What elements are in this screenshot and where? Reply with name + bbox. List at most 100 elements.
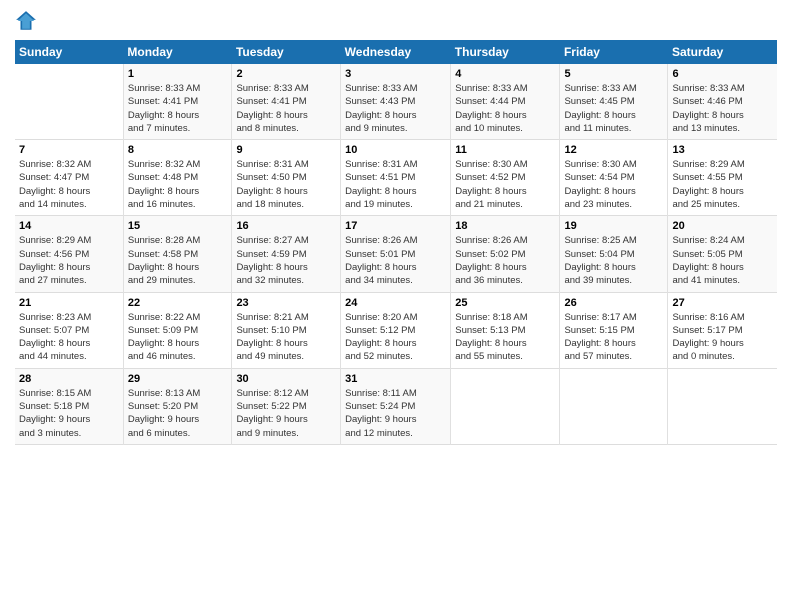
day-number: 22 xyxy=(128,297,228,309)
day-number: 28 xyxy=(19,373,119,385)
header xyxy=(15,10,777,32)
day-info: Sunrise: 8:20 AM Sunset: 5:12 PM Dayligh… xyxy=(345,311,446,364)
calendar-cell: 7 Sunrise: 8:32 AM Sunset: 4:47 PM Daylig… xyxy=(15,140,123,216)
day-number: 1 xyxy=(128,68,228,80)
day-info: Sunrise: 8:23 AM Sunset: 5:07 PM Dayligh… xyxy=(19,311,119,364)
day-number: 24 xyxy=(345,297,446,309)
weekday-header-tuesday: Tuesday xyxy=(232,40,341,64)
weekday-header-row: SundayMondayTuesdayWednesdayThursdayFrid… xyxy=(15,40,777,64)
day-info: Sunrise: 8:30 AM Sunset: 4:54 PM Dayligh… xyxy=(564,158,663,211)
day-number: 19 xyxy=(564,220,663,232)
day-number: 20 xyxy=(672,220,773,232)
calendar-cell: 13 Sunrise: 8:29 AM Sunset: 4:55 PM Dayli… xyxy=(668,140,777,216)
calendar-cell: 23Sunrise: 8:21 AM Sunset: 5:10 PM Dayli… xyxy=(232,292,341,368)
day-info: Sunrise: 8:12 AM Sunset: 5:22 PM Dayligh… xyxy=(236,387,336,440)
day-info: Sunrise: 8:17 AM Sunset: 5:15 PM Dayligh… xyxy=(564,311,663,364)
week-row-4: 21Sunrise: 8:23 AM Sunset: 5:07 PM Dayli… xyxy=(15,292,777,368)
calendar-cell: 25 Sunrise: 8:18 AM Sunset: 5:13 PM Dayli… xyxy=(451,292,560,368)
logo-icon xyxy=(15,10,37,32)
day-info: Sunrise: 8:25 AM Sunset: 5:04 PM Dayligh… xyxy=(564,234,663,287)
calendar-cell: 3Sunrise: 8:33 AM Sunset: 4:43 PM Daylig… xyxy=(341,64,451,140)
day-number: 18 xyxy=(455,220,555,232)
weekday-header-sunday: Sunday xyxy=(15,40,123,64)
calendar-cell: 24 Sunrise: 8:20 AM Sunset: 5:12 PM Dayli… xyxy=(341,292,451,368)
day-number: 15 xyxy=(128,220,228,232)
day-info: Sunrise: 8:16 AM Sunset: 5:17 PM Dayligh… xyxy=(672,311,773,364)
calendar-cell: 14Sunrise: 8:29 AM Sunset: 4:56 PM Dayli… xyxy=(15,216,123,292)
day-info: Sunrise: 8:32 AM Sunset: 4:48 PM Dayligh… xyxy=(128,158,228,211)
day-info: Sunrise: 8:33 AM Sunset: 4:45 PM Dayligh… xyxy=(564,82,663,135)
day-info: Sunrise: 8:26 AM Sunset: 5:01 PM Dayligh… xyxy=(345,234,446,287)
day-number: 17 xyxy=(345,220,446,232)
calendar-cell: 2 Sunrise: 8:33 AM Sunset: 4:41 PM Daylig… xyxy=(232,64,341,140)
day-info: Sunrise: 8:31 AM Sunset: 4:51 PM Dayligh… xyxy=(345,158,446,211)
day-number: 5 xyxy=(564,68,663,80)
calendar-cell: 8 Sunrise: 8:32 AM Sunset: 4:48 PM Daylig… xyxy=(123,140,232,216)
calendar-cell: 15 Sunrise: 8:28 AM Sunset: 4:58 PM Dayli… xyxy=(123,216,232,292)
calendar-cell: 21Sunrise: 8:23 AM Sunset: 5:07 PM Dayli… xyxy=(15,292,123,368)
calendar-cell: 30 Sunrise: 8:12 AM Sunset: 5:22 PM Dayli… xyxy=(232,368,341,444)
calendar-cell: 22 Sunrise: 8:22 AM Sunset: 5:09 PM Dayli… xyxy=(123,292,232,368)
day-number: 4 xyxy=(455,68,555,80)
weekday-header-friday: Friday xyxy=(560,40,668,64)
calendar-cell: 16 Sunrise: 8:27 AM Sunset: 4:59 PM Dayli… xyxy=(232,216,341,292)
calendar-cell: 26 Sunrise: 8:17 AM Sunset: 5:15 PM Dayli… xyxy=(560,292,668,368)
day-number: 2 xyxy=(236,68,336,80)
day-info: Sunrise: 8:29 AM Sunset: 4:56 PM Dayligh… xyxy=(19,234,119,287)
calendar-cell: 5 Sunrise: 8:33 AM Sunset: 4:45 PM Daylig… xyxy=(560,64,668,140)
day-number: 7 xyxy=(19,144,119,156)
week-row-2: 7 Sunrise: 8:32 AM Sunset: 4:47 PM Daylig… xyxy=(15,140,777,216)
calendar-cell xyxy=(15,64,123,140)
calendar-cell: 20 Sunrise: 8:24 AM Sunset: 5:05 PM Dayli… xyxy=(668,216,777,292)
day-info: Sunrise: 8:24 AM Sunset: 5:05 PM Dayligh… xyxy=(672,234,773,287)
calendar-cell: 1 Sunrise: 8:33 AM Sunset: 4:41 PM Daylig… xyxy=(123,64,232,140)
calendar-cell: 28Sunrise: 8:15 AM Sunset: 5:18 PM Dayli… xyxy=(15,368,123,444)
calendar-cell: 27Sunrise: 8:16 AM Sunset: 5:17 PM Dayli… xyxy=(668,292,777,368)
calendar-cell: 9 Sunrise: 8:31 AM Sunset: 4:50 PM Daylig… xyxy=(232,140,341,216)
calendar-cell: 31 Sunrise: 8:11 AM Sunset: 5:24 PM Dayli… xyxy=(341,368,451,444)
day-info: Sunrise: 8:33 AM Sunset: 4:41 PM Dayligh… xyxy=(128,82,228,135)
day-number: 13 xyxy=(672,144,773,156)
day-info: Sunrise: 8:33 AM Sunset: 4:41 PM Dayligh… xyxy=(236,82,336,135)
day-info: Sunrise: 8:22 AM Sunset: 5:09 PM Dayligh… xyxy=(128,311,228,364)
week-row-3: 14Sunrise: 8:29 AM Sunset: 4:56 PM Dayli… xyxy=(15,216,777,292)
weekday-header-monday: Monday xyxy=(123,40,232,64)
calendar-cell xyxy=(560,368,668,444)
day-info: Sunrise: 8:11 AM Sunset: 5:24 PM Dayligh… xyxy=(345,387,446,440)
logo xyxy=(15,10,41,32)
day-info: Sunrise: 8:13 AM Sunset: 5:20 PM Dayligh… xyxy=(128,387,228,440)
calendar-cell: 17 Sunrise: 8:26 AM Sunset: 5:01 PM Dayli… xyxy=(341,216,451,292)
main-container: SundayMondayTuesdayWednesdayThursdayFrid… xyxy=(0,0,792,450)
calendar-cell: 29 Sunrise: 8:13 AM Sunset: 5:20 PM Dayli… xyxy=(123,368,232,444)
calendar-cell xyxy=(668,368,777,444)
day-info: Sunrise: 8:27 AM Sunset: 4:59 PM Dayligh… xyxy=(236,234,336,287)
day-info: Sunrise: 8:29 AM Sunset: 4:55 PM Dayligh… xyxy=(672,158,773,211)
day-number: 26 xyxy=(564,297,663,309)
day-number: 6 xyxy=(672,68,773,80)
day-number: 31 xyxy=(345,373,446,385)
day-number: 30 xyxy=(236,373,336,385)
day-number: 25 xyxy=(455,297,555,309)
day-number: 9 xyxy=(236,144,336,156)
weekday-header-saturday: Saturday xyxy=(668,40,777,64)
day-info: Sunrise: 8:18 AM Sunset: 5:13 PM Dayligh… xyxy=(455,311,555,364)
day-number: 10 xyxy=(345,144,446,156)
day-info: Sunrise: 8:32 AM Sunset: 4:47 PM Dayligh… xyxy=(19,158,119,211)
day-number: 29 xyxy=(128,373,228,385)
day-info: Sunrise: 8:31 AM Sunset: 4:50 PM Dayligh… xyxy=(236,158,336,211)
week-row-5: 28Sunrise: 8:15 AM Sunset: 5:18 PM Dayli… xyxy=(15,368,777,444)
week-row-1: 1 Sunrise: 8:33 AM Sunset: 4:41 PM Daylig… xyxy=(15,64,777,140)
calendar-cell: 4 Sunrise: 8:33 AM Sunset: 4:44 PM Daylig… xyxy=(451,64,560,140)
day-info: Sunrise: 8:26 AM Sunset: 5:02 PM Dayligh… xyxy=(455,234,555,287)
calendar-cell: 19 Sunrise: 8:25 AM Sunset: 5:04 PM Dayli… xyxy=(560,216,668,292)
calendar-cell: 6Sunrise: 8:33 AM Sunset: 4:46 PM Daylig… xyxy=(668,64,777,140)
calendar-cell: 12Sunrise: 8:30 AM Sunset: 4:54 PM Dayli… xyxy=(560,140,668,216)
day-number: 8 xyxy=(128,144,228,156)
calendar-cell: 18 Sunrise: 8:26 AM Sunset: 5:02 PM Dayli… xyxy=(451,216,560,292)
day-number: 16 xyxy=(236,220,336,232)
weekday-header-thursday: Thursday xyxy=(451,40,560,64)
day-info: Sunrise: 8:28 AM Sunset: 4:58 PM Dayligh… xyxy=(128,234,228,287)
weekday-header-wednesday: Wednesday xyxy=(341,40,451,64)
calendar-table: SundayMondayTuesdayWednesdayThursdayFrid… xyxy=(15,40,777,445)
day-info: Sunrise: 8:33 AM Sunset: 4:44 PM Dayligh… xyxy=(455,82,555,135)
